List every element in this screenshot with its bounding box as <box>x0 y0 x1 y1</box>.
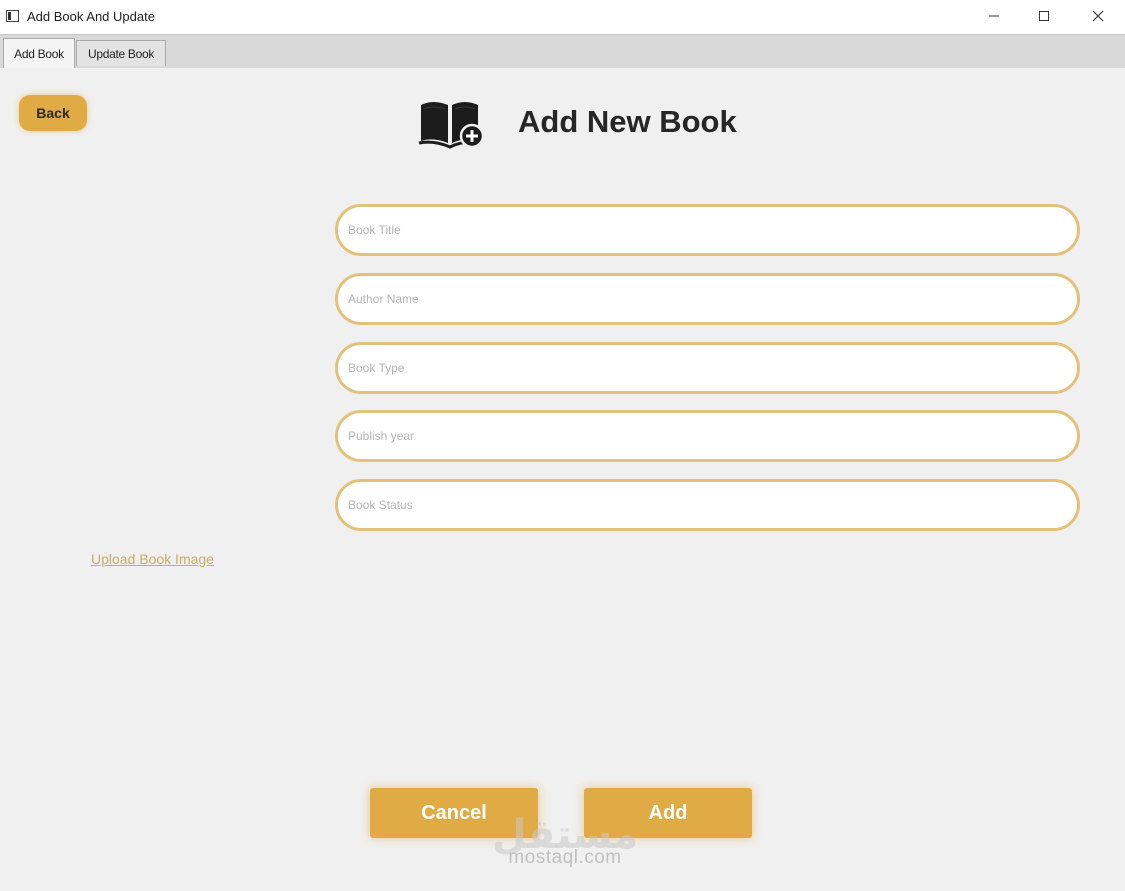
publish-year-input[interactable] <box>338 413 1077 459</box>
author-name-field[interactable] <box>335 273 1080 325</box>
tab-add-book[interactable]: Add Book <box>3 38 75 68</box>
add-button[interactable]: Add <box>584 788 752 838</box>
book-add-icon <box>418 102 485 149</box>
maximize-button[interactable] <box>1021 0 1067 32</box>
author-name-input[interactable] <box>338 276 1077 322</box>
tab-strip: Add Book Update Book <box>0 34 1125 68</box>
book-status-input[interactable] <box>338 482 1077 528</box>
window-title: Add Book And Update <box>27 9 155 24</box>
publish-year-field[interactable] <box>335 410 1080 462</box>
close-icon <box>1092 10 1104 22</box>
cancel-button[interactable]: Cancel <box>370 788 538 838</box>
page-title: Add New Book <box>518 104 737 139</box>
maximize-icon <box>1039 11 1049 21</box>
tab-update-book[interactable]: Update Book <box>76 40 166 66</box>
book-title-input[interactable] <box>338 207 1077 253</box>
minimize-icon <box>989 15 999 17</box>
app-icon <box>6 10 19 22</box>
upload-book-image-link[interactable]: Upload Book Image <box>91 551 214 567</box>
book-type-input[interactable] <box>338 345 1077 391</box>
book-title-field[interactable] <box>335 204 1080 256</box>
title-bar: Add Book And Update <box>0 0 1125 34</box>
close-button[interactable] <box>1075 0 1121 32</box>
back-button[interactable]: Back <box>19 95 87 131</box>
minimize-button[interactable] <box>971 0 1017 32</box>
watermark-latin: mostaql.com <box>508 847 622 868</box>
book-type-field[interactable] <box>335 342 1080 394</box>
book-status-field[interactable] <box>335 479 1080 531</box>
